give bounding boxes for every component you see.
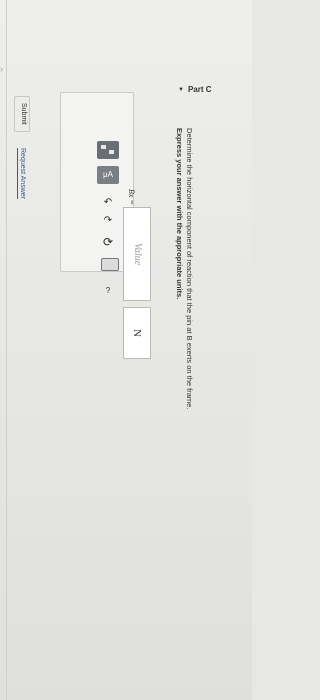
submit-button[interactable]: Submit [14, 96, 30, 132]
question-instruction: Express your answer with the appropriate… [175, 128, 184, 300]
request-answer-link[interactable]: Request Answer [16, 148, 28, 210]
redo-icon[interactable]: ↷ [101, 215, 115, 227]
question: Determine the horizontal component of re… [135, 128, 247, 478]
reset-icon[interactable]: ⟳ [101, 236, 115, 248]
value-input[interactable]: Value [123, 207, 151, 301]
part-header[interactable]: ▼ Part C [178, 85, 212, 94]
answer-box: μA ↶ ↷ ⟳ ? Bx = Value N [60, 92, 151, 359]
undo-icon[interactable]: ↶ [101, 197, 115, 209]
left-border [6, 0, 7, 700]
keyboard-icon[interactable] [101, 258, 119, 271]
template-icon[interactable] [97, 141, 119, 159]
expand-arrow-icon[interactable]: › [0, 64, 6, 74]
help-icon[interactable]: ? [103, 285, 113, 297]
unit-input[interactable]: N [123, 307, 151, 359]
part-title: Part C [187, 85, 212, 94]
caret-down-icon: ▼ [178, 86, 184, 93]
page: › ▼ Part C Determine the horizontal comp… [0, 0, 252, 700]
units-button[interactable]: μA [97, 166, 119, 184]
variable-label: Bx = [127, 189, 136, 205]
question-text: Determine the horizontal component of re… [185, 128, 194, 410]
